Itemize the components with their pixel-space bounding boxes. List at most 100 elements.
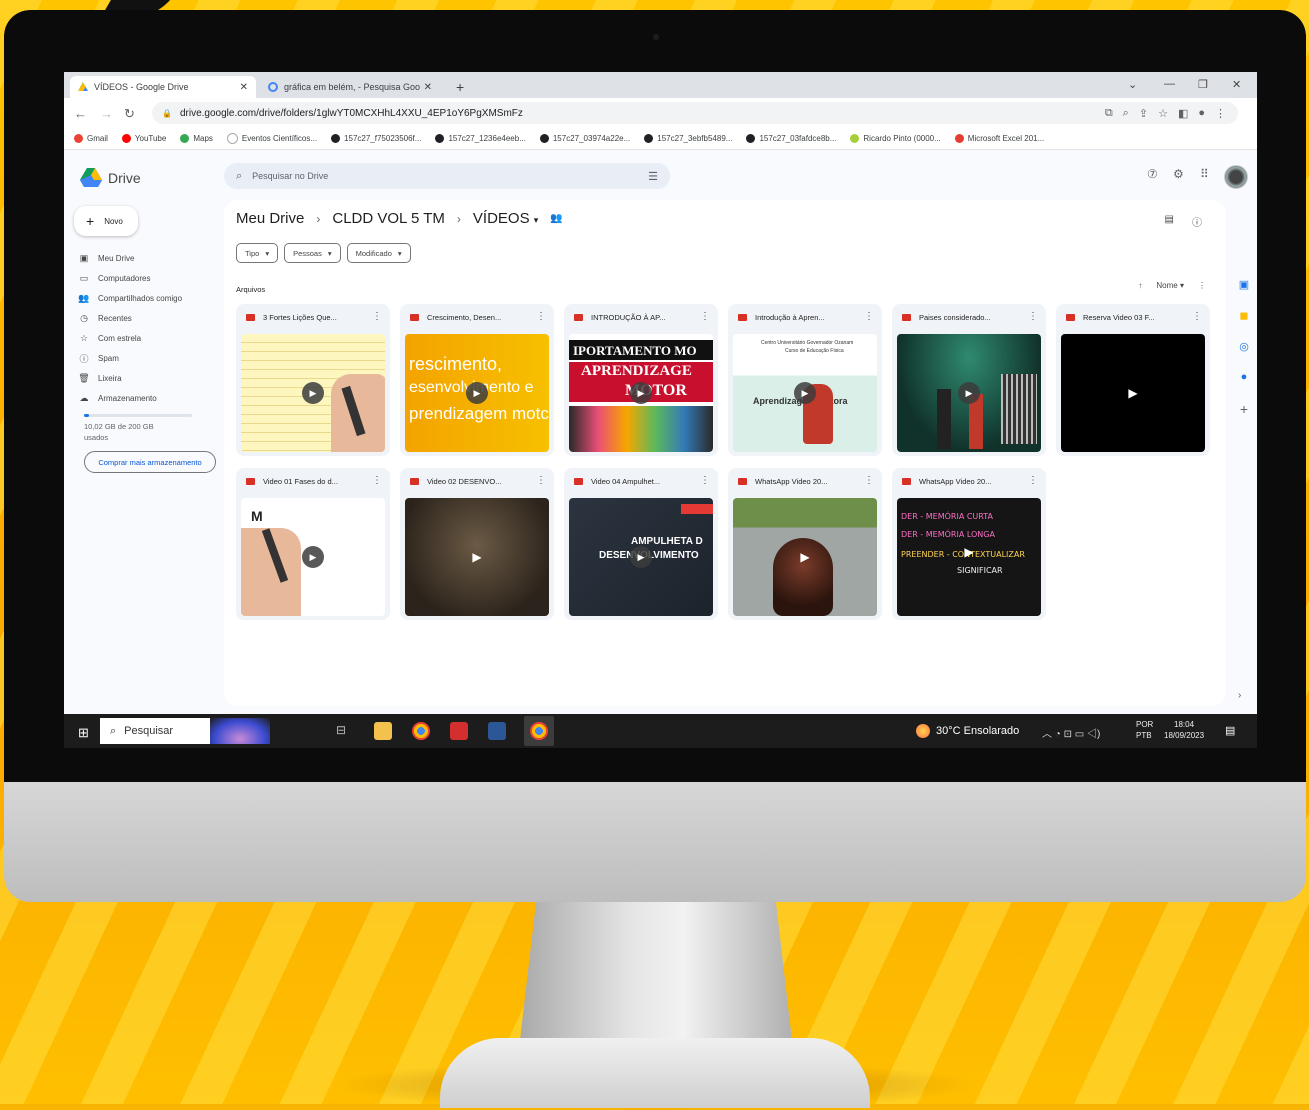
file-card[interactable]: Paises considerado... ⋮ ▶ xyxy=(892,304,1046,456)
more-vert-icon[interactable]: ⋮ xyxy=(864,311,874,322)
more-vert-icon[interactable]: ⋮ xyxy=(536,311,546,322)
file-card[interactable]: Video 01 Fases do d... ⋮ M ▶ xyxy=(236,468,390,620)
close-tab-icon[interactable]: ✕ xyxy=(240,82,248,93)
language-indicator[interactable]: POR PTB xyxy=(1136,719,1153,741)
gear-icon[interactable]: ⚙ xyxy=(1173,167,1184,181)
drive-search-input[interactable]: ⌕ Pesquisar no Drive ☰ xyxy=(224,163,670,189)
screen-share-icon[interactable]: ⧉ xyxy=(1105,107,1113,120)
more-vert-icon[interactable]: ⋮ xyxy=(536,475,546,486)
bookmark-item[interactable]: Maps xyxy=(180,134,213,143)
file-card[interactable]: 3 Fortes Lições Que... ⋮ ▶ xyxy=(236,304,390,456)
chevron-down-icon[interactable]: ⌄ xyxy=(1128,78,1137,91)
sidepanel-icon[interactable]: ◧ xyxy=(1178,107,1188,120)
clock[interactable]: 18:04 18/09/2023 xyxy=(1164,719,1204,741)
drive-logo[interactable]: Drive xyxy=(80,168,141,187)
chevron-right-icon[interactable]: › xyxy=(1238,690,1241,701)
system-tray-icons[interactable]: ︿ ◔ ⊡ ▭ ◁) xyxy=(1042,725,1100,740)
calendar-icon[interactable]: ▣ xyxy=(1239,278,1249,291)
chrome-active-icon[interactable] xyxy=(524,716,554,746)
close-tab-icon[interactable]: ✕ xyxy=(424,82,432,93)
restore-icon[interactable]: ❐ xyxy=(1198,78,1208,91)
bookmark-item[interactable]: 157c27_1236e4eeb... xyxy=(435,134,526,143)
file-card[interactable]: Introdução à Apren... ⋮ Centro Universit… xyxy=(728,304,882,456)
bookmark-item[interactable]: 157c27_f75023506f... xyxy=(331,134,421,143)
zoom-icon[interactable]: ⌕ xyxy=(1123,107,1129,120)
back-arrow-icon[interactable]: ← xyxy=(74,106,87,121)
weather-widget[interactable]: 30°C Ensolarado xyxy=(916,724,1019,738)
forward-arrow-icon[interactable]: → xyxy=(100,106,113,121)
reload-icon[interactable]: ↻ xyxy=(124,106,135,122)
bookmark-item[interactable]: YouTube xyxy=(121,134,166,143)
sidebar-item[interactable]: 🗑 Lixeira xyxy=(78,368,218,388)
tab-drive[interactable]: VÍDEOS - Google Drive ✕ xyxy=(70,76,256,98)
url-field[interactable]: 🔒 drive.google.com/drive/folders/1glwYT0… xyxy=(152,102,1238,124)
new-tab-button[interactable]: + xyxy=(448,76,472,98)
file-card[interactable]: WhatsApp Video 20... ⋮ DER - MEMÓRIA CUR… xyxy=(892,468,1046,620)
file-card[interactable]: Crescimento, Desen... ⋮ rescimento, esen… xyxy=(400,304,554,456)
more-vert-icon[interactable]: ⋮ xyxy=(700,311,710,322)
more-vert-icon[interactable]: ⋮ xyxy=(1028,311,1038,322)
sidebar-item[interactable]: ☆ Com estrela xyxy=(78,328,218,348)
keep-icon[interactable]: ◼ xyxy=(1239,309,1248,322)
breadcrumb-item-current[interactable]: VÍDEOS ▾ xyxy=(473,210,538,227)
sort-direction-icon[interactable]: ↑ xyxy=(1138,281,1142,290)
contacts-icon[interactable]: ● xyxy=(1241,371,1248,383)
profile-icon[interactable]: ● xyxy=(1198,107,1205,120)
more-vert-icon[interactable]: ⋮ xyxy=(1028,475,1038,486)
share-icon[interactable]: ⇪ xyxy=(1139,107,1148,120)
file-card[interactable]: INTRODUÇÃO À AP... ⋮ IPORTAMENTO MO APRE… xyxy=(564,304,718,456)
more-vert-icon[interactable]: ⋮ xyxy=(864,475,874,486)
file-explorer-icon[interactable] xyxy=(374,722,392,740)
more-vert-icon[interactable]: ⋮ xyxy=(1198,281,1206,290)
list-view-icon[interactable]: ▤ xyxy=(1165,214,1174,229)
bookmark-item[interactable]: Gmail xyxy=(74,134,108,143)
bookmark-item[interactable]: 157c27_3ebfb5489... xyxy=(644,134,732,143)
close-window-icon[interactable]: ✕ xyxy=(1232,78,1241,91)
tab-search[interactable]: gráfica em belém, - Pesquisa Goo ✕ xyxy=(260,76,440,98)
tasks-icon[interactable]: ◎ xyxy=(1239,340,1249,353)
acrobat-icon[interactable] xyxy=(450,722,468,740)
info-icon[interactable]: ⓘ xyxy=(1192,214,1202,229)
windows-start-icon[interactable]: ⊞ xyxy=(78,725,89,741)
filter-chip[interactable]: Pessoas ▾ xyxy=(284,243,341,263)
task-view-icon[interactable]: ⊟ xyxy=(336,723,346,737)
more-vert-icon[interactable]: ⋮ xyxy=(1215,107,1226,120)
breadcrumb-item-meu-drive[interactable]: Meu Drive xyxy=(236,210,304,227)
sidebar-item[interactable]: ☁ Armazenamento xyxy=(78,388,218,408)
sidebar-item[interactable]: 👥 Compartilhados comigo xyxy=(78,288,218,308)
sort-by-button[interactable]: Nome ▾ xyxy=(1156,281,1184,290)
file-card[interactable]: Video 02 DESENVO... ⋮ ▶ xyxy=(400,468,554,620)
new-button[interactable]: + Novo xyxy=(74,206,138,236)
more-vert-icon[interactable]: ⋮ xyxy=(700,475,710,486)
sidebar-item[interactable]: ◷ Recentes xyxy=(78,308,218,328)
file-card[interactable]: Reserva Video 03 F... ⋮ ▶ xyxy=(1056,304,1210,456)
filter-chip[interactable]: Modificado ▾ xyxy=(346,243,411,263)
tune-icon[interactable]: ☰ xyxy=(648,170,658,183)
filter-chip[interactable]: Tipo ▾ xyxy=(236,243,279,263)
bookmark-item[interactable]: Eventos Científicos... xyxy=(226,133,317,144)
bookmark-item[interactable]: Ricardo Pinto (0000... xyxy=(850,134,941,143)
plus-icon[interactable]: + xyxy=(1240,401,1248,417)
more-vert-icon[interactable]: ⋮ xyxy=(372,475,382,486)
word-icon[interactable] xyxy=(488,722,506,740)
help-icon[interactable]: ⑦ xyxy=(1147,167,1158,181)
avatar[interactable] xyxy=(1224,165,1248,189)
sidebar-item[interactable]: ⓘ Spam xyxy=(78,348,218,368)
taskbar-search-input[interactable]: ⌕ Pesquisar xyxy=(100,718,270,744)
bookmark-item[interactable]: Microsoft Excel 201... xyxy=(954,134,1044,143)
apps-grid-icon[interactable]: ⠿ xyxy=(1200,167,1209,181)
bookmark-item[interactable]: 157c27_03fafdce8b... xyxy=(746,134,836,143)
buy-storage-button[interactable]: Comprar mais armazenamento xyxy=(84,451,216,473)
chrome-icon[interactable] xyxy=(412,722,430,740)
file-card[interactable]: Video 04 Ampulhet... ⋮ AMPULHETA D DESEN… xyxy=(564,468,718,620)
more-vert-icon[interactable]: ⋮ xyxy=(372,311,382,322)
file-card[interactable]: WhatsApp Video 20... ⋮ ▶ xyxy=(728,468,882,620)
notification-icon[interactable]: ▤ xyxy=(1225,724,1235,737)
breadcrumb-item-folder[interactable]: CLDD VOL 5 TM xyxy=(332,210,445,227)
more-vert-icon[interactable]: ⋮ xyxy=(1192,311,1202,322)
bookmark-item[interactable]: 157c27_03974a22e... xyxy=(539,134,630,143)
minimize-icon[interactable]: — xyxy=(1164,78,1175,90)
sidebar-item[interactable]: ▭ Computadores xyxy=(78,268,218,288)
sidebar-item[interactable]: ▣ Meu Drive xyxy=(78,248,218,268)
star-icon[interactable]: ☆ xyxy=(1158,107,1168,120)
